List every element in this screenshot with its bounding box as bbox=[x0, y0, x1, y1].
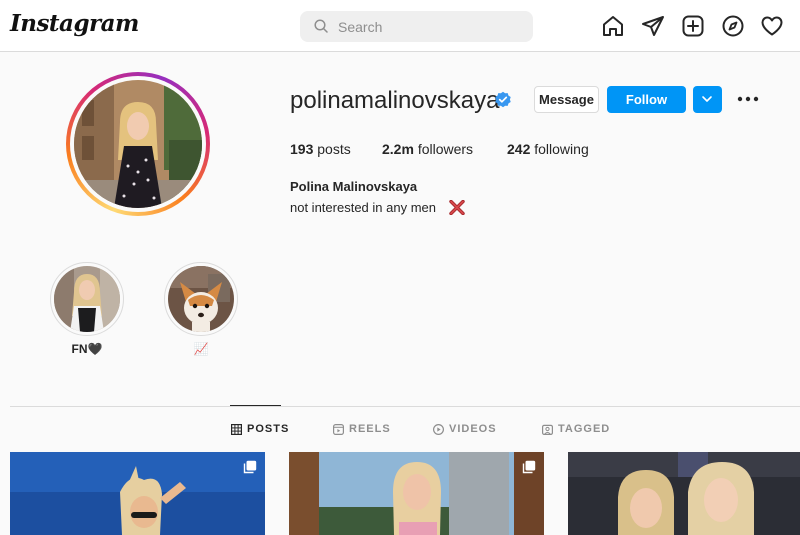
video-icon bbox=[433, 424, 444, 435]
grid-icon bbox=[231, 424, 242, 435]
cross-mark-emoji-icon bbox=[449, 200, 465, 215]
tab-label: VIDEOS bbox=[449, 423, 497, 435]
follow-button[interactable]: Follow bbox=[607, 86, 686, 113]
tabs-divider bbox=[10, 406, 800, 407]
direct-message-icon[interactable] bbox=[641, 14, 665, 38]
top-navigation-bar: Instagram bbox=[0, 0, 800, 52]
tab-label: POSTS bbox=[247, 423, 290, 435]
story-highlight-fn[interactable]: FN🖤 bbox=[50, 262, 124, 356]
instagram-logo[interactable]: Instagram bbox=[10, 10, 139, 37]
followers-stat[interactable]: 2.2m followers bbox=[382, 141, 473, 157]
active-tab-indicator bbox=[230, 405, 281, 406]
story-highlight-dog[interactable]: 📈 bbox=[164, 262, 238, 356]
new-post-icon[interactable] bbox=[681, 14, 705, 38]
posts-count-stat: 193 posts bbox=[290, 141, 351, 157]
following-label: following bbox=[534, 141, 589, 157]
following-count: 242 bbox=[507, 141, 531, 157]
message-button[interactable]: Message bbox=[534, 86, 599, 113]
highlight-label: FN🖤 bbox=[71, 342, 103, 356]
posts-count: 193 bbox=[290, 141, 314, 157]
tagged-icon bbox=[542, 424, 553, 435]
tab-label: TAGGED bbox=[558, 423, 611, 435]
verified-badge-icon bbox=[495, 91, 511, 108]
profile-bio: not interested in any men bbox=[290, 200, 436, 215]
profile-full-name: Polina Malinovskaya bbox=[290, 179, 418, 194]
search-box[interactable] bbox=[300, 11, 533, 42]
profile-username: polinamalinovskaya bbox=[290, 87, 500, 114]
post-thumbnail[interactable] bbox=[568, 452, 800, 535]
explore-icon[interactable] bbox=[721, 14, 745, 38]
highlight-label: 📈 bbox=[193, 342, 209, 356]
highlight-cover-image bbox=[54, 266, 120, 332]
highlight-cover-image bbox=[168, 266, 234, 332]
activity-heart-icon[interactable] bbox=[760, 14, 784, 38]
more-options-icon[interactable] bbox=[737, 89, 759, 109]
posts-label: posts bbox=[317, 141, 351, 157]
profile-avatar bbox=[74, 80, 202, 208]
home-icon[interactable] bbox=[601, 14, 625, 38]
post-thumbnail[interactable] bbox=[10, 452, 265, 535]
post-thumbnail[interactable] bbox=[289, 452, 544, 535]
suggested-accounts-dropdown-button[interactable] bbox=[693, 86, 722, 113]
followers-label: followers bbox=[417, 141, 474, 157]
reels-icon bbox=[333, 424, 344, 435]
profile-avatar-story-ring[interactable] bbox=[66, 72, 210, 216]
multiple-photos-icon bbox=[522, 460, 536, 474]
following-stat[interactable]: 242 following bbox=[507, 141, 589, 157]
search-input[interactable] bbox=[338, 11, 523, 42]
followers-count: 2.2m bbox=[382, 141, 414, 157]
multiple-photos-icon bbox=[243, 460, 257, 474]
tab-label: REELS bbox=[349, 423, 391, 435]
chevron-down-icon bbox=[702, 96, 712, 102]
search-icon bbox=[314, 19, 328, 33]
